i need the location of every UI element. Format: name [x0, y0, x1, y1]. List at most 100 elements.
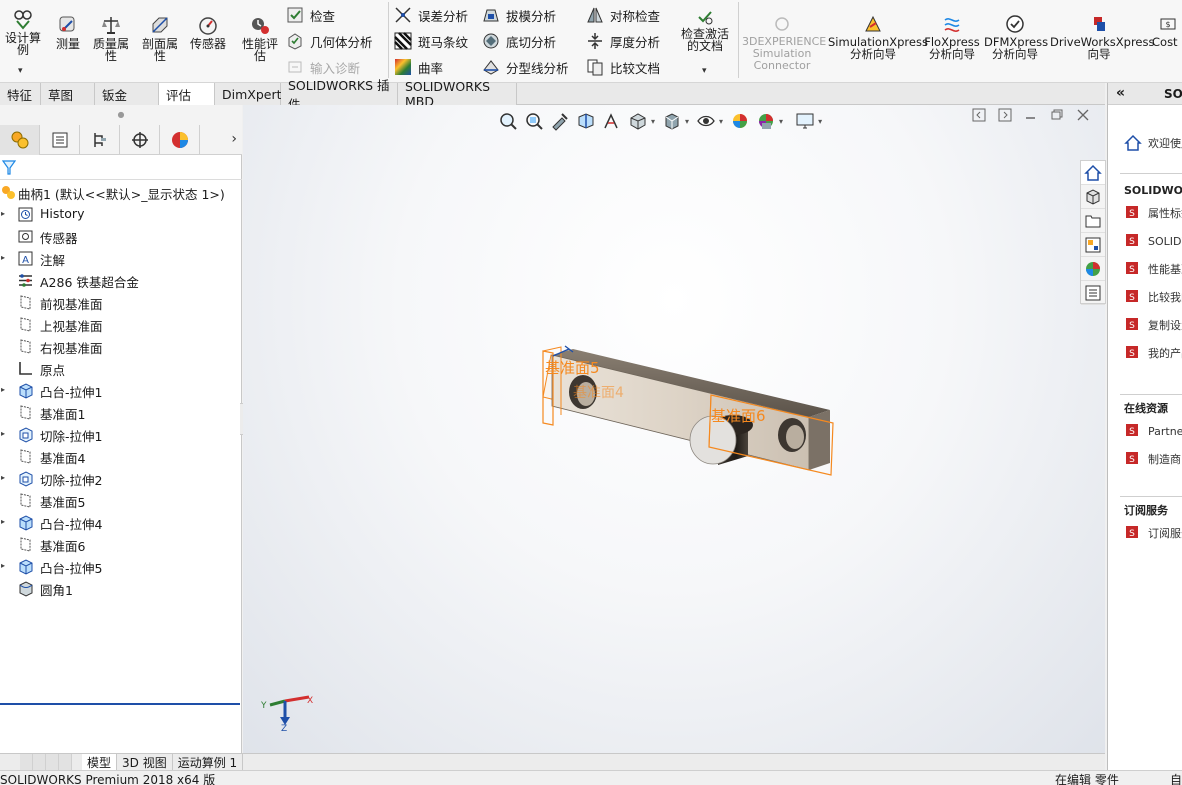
design-study-dropdown-icon[interactable]: ▾ [18, 66, 23, 76]
tree-node[interactable]: 原点 [0, 357, 242, 379]
check-active-document-button[interactable]: 检查激活的文档 [676, 8, 734, 52]
task-pane-view-palette-tab[interactable] [1081, 233, 1105, 257]
task-pane-file-explorer-tab[interactable] [1081, 209, 1105, 233]
compare-documents-button[interactable]: 比较文档 [586, 56, 660, 78]
driveworksxpress-button[interactable]: DriveWorksXpress 向导 [1050, 14, 1154, 60]
task-pane-custom-properties-tab[interactable] [1081, 281, 1105, 305]
tree-node[interactable]: 基准面5 [0, 489, 242, 511]
thickness-analysis-button[interactable]: 厚度分析 [586, 30, 660, 52]
tab-sketch[interactable]: 草图 [41, 83, 95, 105]
tree-node[interactable]: ▸ 凸台-拉伸5 [0, 555, 242, 577]
tab-solidworks-addins[interactable]: SOLIDWORKS 插件 [281, 78, 398, 112]
costing-button[interactable]: $ Cost [1152, 14, 1182, 48]
curvature-button[interactable]: 曲率 [394, 56, 443, 78]
first-tab-button[interactable] [20, 754, 33, 770]
tab-features[interactable]: 特征 [0, 83, 41, 105]
next-tab-button[interactable] [46, 754, 59, 770]
tree-node[interactable]: 前视基准面 [0, 291, 242, 313]
expand-arrow-icon[interactable]: ▸ [1, 209, 5, 218]
display-manager-tab[interactable] [160, 125, 200, 155]
geometry-analysis-button[interactable]: 几何体分析 [286, 30, 373, 52]
floxpress-button[interactable]: FloXpress 分析向导 [924, 14, 980, 60]
task-pane-home-tab[interactable] [1081, 161, 1105, 185]
rollback-bar[interactable] [0, 703, 240, 705]
model-canvas[interactable]: 基准面5 基准面4 基准面6 X Y Z [243, 105, 1105, 753]
check-active-document-dropdown-icon[interactable]: ▾ [702, 66, 707, 76]
property-manager-tab[interactable] [40, 125, 80, 155]
tree-node[interactable]: 基准面1 [0, 401, 242, 423]
measure-button[interactable]: 测量 [52, 14, 84, 50]
task-pane-link[interactable]: S 属性标签 [1124, 203, 1182, 223]
previous-tab-button[interactable] [33, 754, 46, 770]
status-units[interactable]: 自 [1170, 771, 1182, 785]
performance-evaluation-button[interactable]: 性能评估 [238, 14, 282, 62]
tree-node[interactable]: 上视基准面 [0, 313, 242, 335]
check-button[interactable]: 检查 [286, 4, 335, 26]
tree-node[interactable]: ▸ A 注解 [0, 247, 242, 269]
tree-node[interactable]: 圆角1 [0, 577, 242, 599]
tree-node[interactable]: ▸ 凸台-拉伸4 [0, 511, 242, 533]
task-pane-link[interactable]: S SOLIDWORKS [1124, 231, 1182, 251]
expand-arrow-icon[interactable]: ▸ [1, 385, 5, 394]
zebra-stripes-button[interactable]: 斑马条纹 [394, 30, 468, 52]
design-study-button[interactable]: 设计算例 [2, 8, 44, 56]
mass-properties-button[interactable]: 质量属性 [90, 14, 132, 62]
tree-node[interactable]: 右视基准面 [0, 335, 242, 357]
task-pane-link[interactable]: S 我的产品 [1124, 343, 1182, 363]
tree-node[interactable]: ▸ 切除-拉伸2 [0, 467, 242, 489]
sensor-button[interactable]: 传感器 [186, 14, 230, 50]
tree-node[interactable]: ▸ History [0, 203, 242, 225]
task-pane-appearances-tab[interactable] [1081, 257, 1105, 281]
deviation-analysis-button[interactable]: 误差分析 [394, 4, 468, 26]
expand-arrow-icon[interactable]: ▸ [1, 517, 5, 526]
tab-dimxpress[interactable]: DimXpert [215, 83, 282, 105]
draft-analysis-button[interactable]: 拔模分析 [482, 4, 556, 26]
home-icon [1084, 164, 1102, 181]
tab-evaluate[interactable]: 评估 [159, 83, 215, 105]
section-properties-button[interactable]: 剖面属性 [138, 14, 182, 62]
tree-node[interactable]: 基准面6 [0, 533, 242, 555]
tree-node[interactable]: A286 铁基超合金 [0, 269, 242, 291]
parting-line-analysis-button[interactable]: 分型线分析 [482, 56, 569, 78]
3dexperience-simulation-connector-button[interactable]: 3DEXPERIENCE Simulation Connector [742, 14, 826, 72]
dfmxpress-button[interactable]: DFMXpress 分析向导 [984, 14, 1048, 60]
tab-sheet-metal[interactable]: 钣金 [95, 83, 159, 105]
simulationxpress-button[interactable]: SimulationXpress 分析向导 [826, 14, 928, 60]
panel-grip[interactable]: ● [0, 105, 242, 125]
dimxpert-manager-tab[interactable] [120, 125, 160, 155]
task-pane-link[interactable]: S 复制设置 [1124, 315, 1182, 335]
graphics-area[interactable]: ▾ ▾ ▾ ▾ ▾ 基准面5 基准面4 基准面6 X Y Z [243, 105, 1105, 753]
last-tab-button[interactable] [59, 754, 72, 770]
collapse-task-pane-icon[interactable]: « [1116, 85, 1125, 101]
tree-node[interactable]: ▸ 凸台-拉伸1 [0, 379, 242, 401]
tab-solidworks-mbd[interactable]: SOLIDWORKS MBD [398, 79, 517, 109]
feature-manager-tab[interactable] [0, 125, 40, 155]
tree-node[interactable]: 传感器 [0, 225, 242, 247]
expand-arrow-icon[interactable]: ▸ [1, 561, 5, 570]
tree-node-label: 凸台-拉伸5 [40, 561, 103, 576]
configuration-manager-tab[interactable] [80, 125, 120, 155]
tab-motion-study-1[interactable]: 运动算例 1 [173, 754, 244, 770]
chevron-right-icon[interactable]: › [231, 131, 237, 147]
task-pane-resources-tab[interactable] [1081, 185, 1105, 209]
part-end-face[interactable] [809, 410, 830, 470]
expand-arrow-icon[interactable]: ▸ [1, 473, 5, 482]
task-pane-link[interactable]: S 比较我的 [1124, 287, 1182, 307]
tree-filter[interactable] [0, 156, 242, 180]
task-pane-link[interactable]: S Partner [1124, 421, 1182, 441]
tree-node[interactable]: ▸ 切除-拉伸1 [0, 423, 242, 445]
task-pane-link[interactable]: S 制造商 [1124, 449, 1181, 469]
tab-model[interactable]: 模型 [82, 754, 118, 770]
expand-arrow-icon[interactable]: ▸ [1, 429, 5, 438]
task-pane-link-label: Partner [1148, 424, 1182, 438]
task-pane-link[interactable]: S 性能基准 [1124, 259, 1182, 279]
welcome-link[interactable]: 欢迎使用 [1124, 133, 1182, 153]
tree-node[interactable]: 基准面4 [0, 445, 242, 467]
undercut-analysis-button[interactable]: 底切分析 [482, 30, 556, 52]
tree-root-part[interactable]: 曲柄1 (默认<<默认>_显示状态 1>) [0, 181, 242, 203]
plane-icon [20, 493, 31, 508]
symmetry-check-button[interactable]: 对称检查 [586, 4, 660, 26]
task-pane-link[interactable]: S 订阅服务 [1124, 523, 1182, 543]
expand-arrow-icon[interactable]: ▸ [1, 253, 5, 262]
tab-3d-views[interactable]: 3D 视图 [117, 754, 173, 770]
